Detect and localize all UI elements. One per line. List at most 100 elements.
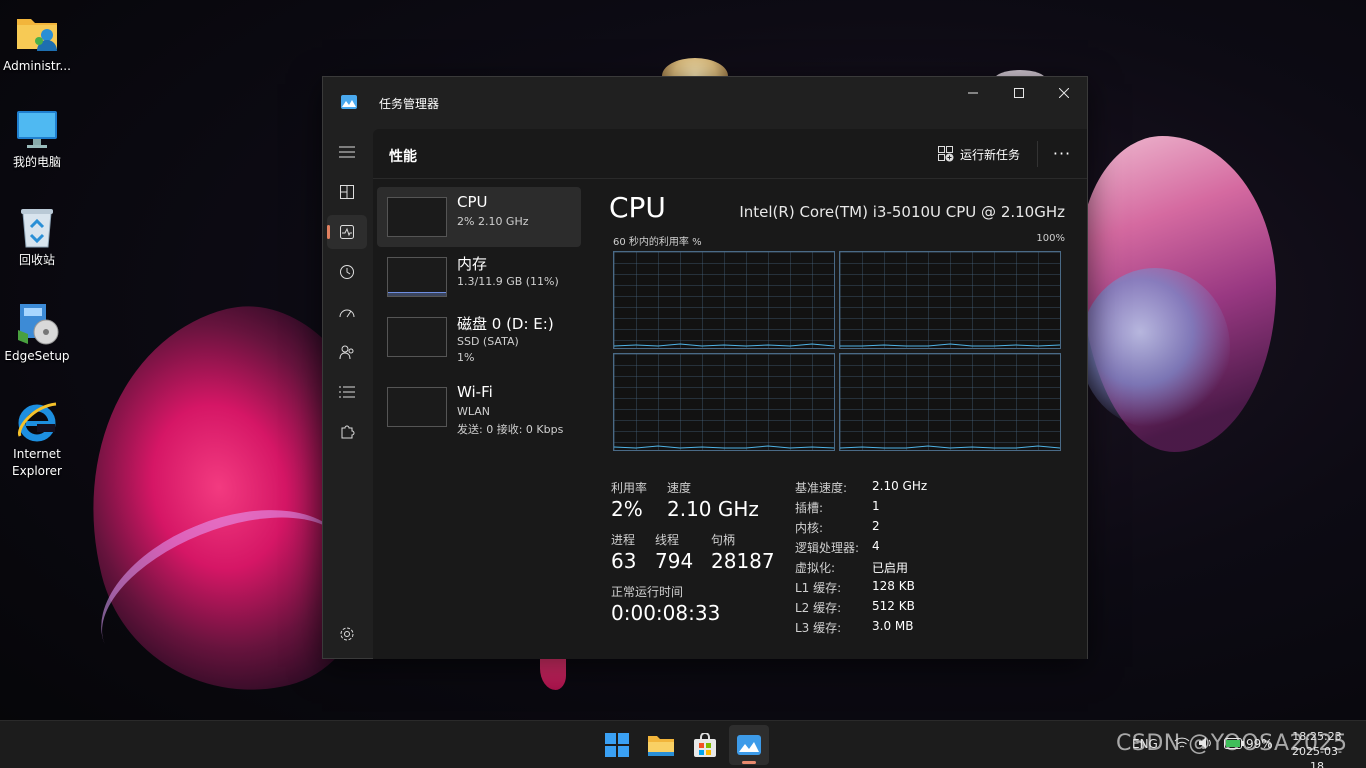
device-item-cpu[interactable]: CPU 2% 2.10 GHz: [377, 187, 581, 247]
maximize-button[interactable]: [996, 77, 1042, 109]
taskbar-store[interactable]: [685, 725, 725, 765]
task-manager-window: 任务管理器 性能 运行新任务 ··· CPU 2% 2.10 GHz 内存 1.…: [322, 76, 1088, 659]
spec-value: 2.10 GHz: [872, 479, 928, 493]
file-explorer-icon: [648, 736, 674, 756]
spec-value: 1: [872, 499, 880, 513]
users-icon: [339, 345, 354, 360]
page-title: 性能: [389, 149, 417, 165]
spec-value: 128 KB: [872, 579, 915, 593]
device-item-memory[interactable]: 内存 1.3/11.9 GB (11%): [377, 247, 581, 307]
desktop-icon-my-computer[interactable]: 我的电脑: [0, 106, 74, 171]
volume-icon[interactable]: [1198, 736, 1214, 750]
close-icon: [1059, 88, 1069, 98]
cpu-detail-panel: CPU Intel(R) Core(TM) i3-5010U CPU @ 2.1…: [595, 181, 1065, 651]
task-manager-icon: [341, 94, 357, 113]
nav-processes[interactable]: [327, 175, 367, 209]
wifi-mini-graph: [387, 387, 447, 427]
device-usage: 1%: [457, 351, 475, 364]
hamburger-icon: [339, 146, 355, 158]
desktop-icon-internet-explorer[interactable]: Internet Explorer: [0, 398, 74, 480]
store-icon: [694, 733, 716, 757]
clock-time: 18:25:23: [1292, 730, 1342, 743]
system-clock[interactable]: 18:25:23 2025-03-18: [1286, 729, 1348, 768]
title-bar[interactable]: 任务管理器: [323, 77, 1087, 129]
processes-label: 进程: [611, 533, 636, 547]
device-name: 磁盘 0 (D: E:): [457, 315, 554, 333]
spec-value: 3.0 MB: [872, 619, 914, 633]
device-name: Wi-Fi: [457, 383, 493, 401]
spec-label: 插槽:: [795, 501, 824, 515]
spec-label: 基准速度:: [795, 481, 848, 495]
nav-startup-apps[interactable]: [327, 295, 367, 329]
wifi-icon[interactable]: [1174, 736, 1190, 750]
services-icon: [341, 425, 355, 439]
wallpaper-petal-bottom: [540, 654, 566, 690]
nav-rail: [323, 129, 373, 660]
more-options-button[interactable]: ···: [1049, 140, 1075, 166]
close-button[interactable]: [1041, 77, 1087, 109]
task-manager-icon: [737, 735, 761, 755]
spec-label: L1 缓存:: [795, 581, 842, 595]
device-name: 内存: [457, 255, 488, 273]
window-title: 任务管理器: [379, 97, 440, 111]
settings-icon: [340, 627, 354, 641]
spec-value: 已启用: [872, 561, 909, 575]
user-folder-icon: [14, 10, 60, 56]
nav-services[interactable]: [327, 415, 367, 449]
nav-app-history[interactable]: [327, 255, 367, 289]
utilization-value: 2%: [611, 497, 643, 521]
spec-value: 512 KB: [872, 599, 915, 613]
nav-settings[interactable]: [327, 617, 367, 651]
nav-users[interactable]: [327, 335, 367, 369]
monitor-icon: [14, 106, 60, 152]
cpu-core-graph: [839, 251, 1061, 349]
threads-label: 线程: [655, 533, 680, 547]
run-new-task-label: 运行新任务: [960, 147, 1021, 162]
spec-value: 2: [872, 519, 880, 533]
battery-icon[interactable]: [1224, 738, 1244, 749]
graph-max-label: 100%: [1036, 233, 1065, 244]
nav-details[interactable]: [327, 375, 367, 409]
taskbar-task-manager[interactable]: [729, 725, 769, 765]
nav-menu-button[interactable]: [327, 135, 367, 169]
uptime-value: 0:00:08:33: [611, 601, 721, 625]
details-icon: [339, 386, 355, 398]
spec-label: 逻辑处理器:: [795, 541, 860, 555]
cpu-core-graph: [839, 353, 1061, 451]
cpu-mini-graph: [387, 197, 447, 237]
device-item-wifi[interactable]: Wi-Fi WLAN 发送: 0 接收: 0 Kbps: [377, 377, 581, 437]
content-pane: 性能 运行新任务 ··· CPU 2% 2.10 GHz 内存 1.3/11.9…: [373, 129, 1087, 659]
desktop-icon-label: Internet Explorer: [12, 447, 62, 478]
run-new-task-button[interactable]: 运行新任务: [938, 143, 1020, 165]
cpu-core-graph-line: [840, 445, 1060, 449]
nav-performance[interactable]: [327, 215, 367, 249]
recycle-bin-icon: [14, 204, 60, 250]
desktop-icon-label: 我的电脑: [12, 155, 61, 169]
cpu-core-graph: [613, 251, 835, 349]
device-detail: SSD (SATA): [457, 335, 519, 348]
disk-mini-graph: [387, 317, 447, 357]
language-indicator[interactable]: ENG: [1132, 737, 1158, 751]
cpu-core-graph-line: [614, 445, 834, 449]
speed-label: 速度: [667, 481, 692, 495]
handles-label: 句柄: [711, 533, 736, 547]
minimize-button[interactable]: [950, 77, 996, 109]
desktop-icon-recycle-bin[interactable]: 回收站: [0, 204, 74, 269]
spec-label: 虚拟化:: [795, 561, 836, 575]
internet-explorer-icon: [14, 398, 60, 444]
device-detail: 1.3/11.9 GB (11%): [457, 275, 559, 288]
device-item-disk[interactable]: 磁盘 0 (D: E:) SSD (SATA) 1%: [377, 307, 581, 367]
uptime-label: 正常运行时间: [611, 585, 684, 599]
speed-value: 2.10 GHz: [667, 497, 759, 521]
spec-value: 4: [872, 539, 880, 553]
desktop-icon-administrator[interactable]: Administr...: [0, 10, 74, 75]
run-task-icon: [938, 146, 954, 162]
windows-start-icon: [605, 733, 629, 757]
desktop-icon-label: Administr...: [3, 59, 71, 73]
spec-label: L3 缓存:: [795, 621, 842, 635]
taskbar-file-explorer[interactable]: [641, 725, 681, 765]
desktop-icon-edgesetup[interactable]: EdgeSetup: [0, 300, 74, 365]
performance-icon: [340, 225, 354, 239]
minimize-icon: [968, 92, 978, 94]
start-button[interactable]: [597, 725, 637, 765]
